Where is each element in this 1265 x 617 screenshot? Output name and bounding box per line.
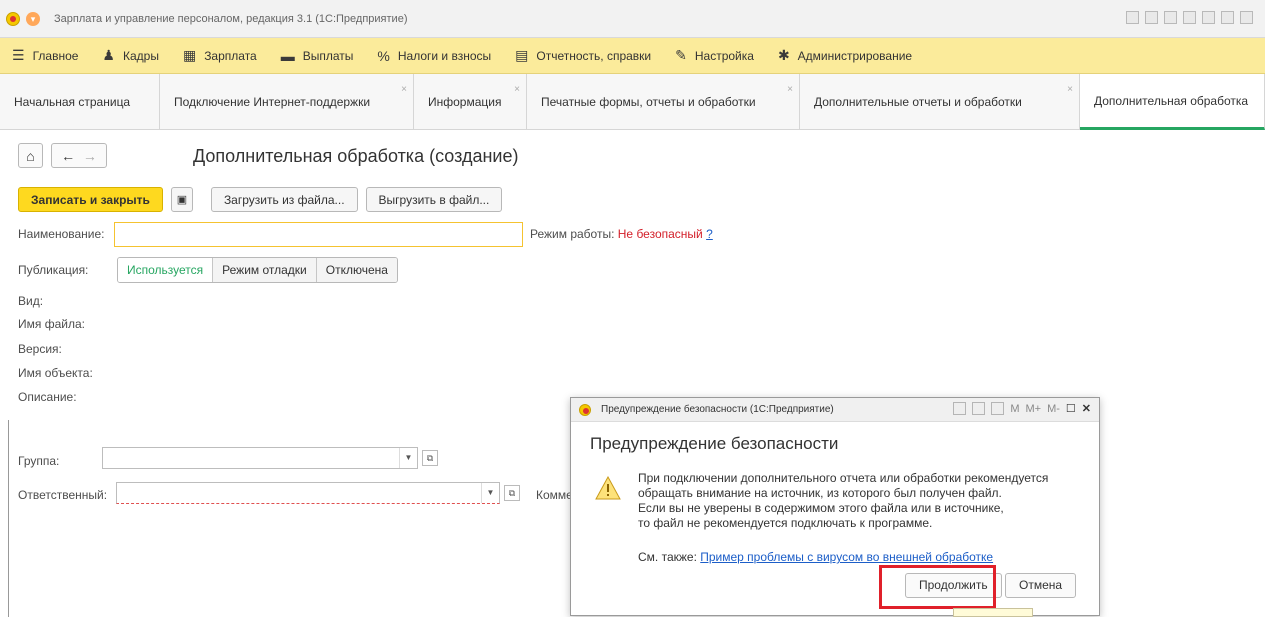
back-arrow-icon[interactable]: ←: [61, 148, 75, 164]
app-logo-icon: [6, 11, 20, 26]
see-also: См. также: Пример проблемы с вирусом во …: [638, 550, 994, 564]
menu-item-admin[interactable]: ✱ Администрирование: [766, 38, 924, 74]
close-icon[interactable]: ✕: [1082, 402, 1091, 415]
object-name-label: Имя объекта:: [18, 366, 93, 380]
load-from-file-button[interactable]: Загрузить из файла...: [210, 187, 358, 212]
close-icon[interactable]: ×: [1067, 84, 1073, 95]
history-tool-icon[interactable]: [1202, 11, 1215, 24]
chevron-down-icon[interactable]: ▼: [481, 483, 499, 503]
calculator-icon: ▦: [182, 47, 197, 63]
kind-label: Вид:: [18, 294, 44, 308]
titlebar-tools: [1126, 11, 1253, 24]
people-icon: ♟: [102, 47, 115, 63]
favorites-tool-icon[interactable]: [1183, 11, 1196, 24]
menu-item-reports[interactable]: ▤ Отчетность, справки: [503, 38, 663, 74]
back-forward-buttons[interactable]: ← →: [51, 143, 107, 168]
navigation-buttons: ⌂ ← →: [18, 143, 107, 168]
app-logo-icon: [579, 403, 591, 416]
name-input[interactable]: [114, 222, 523, 247]
maximize-icon[interactable]: ☐: [1066, 402, 1076, 415]
window-title: Зарплата и управление персоналом, редакц…: [54, 12, 408, 25]
money-icon: ▬: [280, 47, 295, 64]
menu-item-settings[interactable]: ✎ Настройка: [663, 38, 766, 74]
responsible-input[interactable]: ▼: [116, 482, 500, 504]
calendar-tool-icon[interactable]: [1240, 11, 1253, 24]
save-button[interactable]: ▣: [170, 187, 193, 212]
gear-icon: ✱: [777, 47, 790, 63]
dialog-message: При подключении дополнительного отчета и…: [638, 471, 1049, 530]
save-close-button[interactable]: Записать и закрыть: [18, 187, 163, 212]
tooltip: [953, 608, 1033, 617]
calculator-tool-icon[interactable]: [972, 402, 986, 415]
calculator-tool-icon[interactable]: [1221, 11, 1234, 24]
tab-home[interactable]: Начальная страница: [0, 74, 160, 130]
name-label: Наименование:: [18, 227, 105, 241]
publication-selector: Используется Режим отладки Отключена: [117, 257, 398, 283]
dialog-tools: M M+ M- ☐ ✕: [953, 402, 1091, 415]
warning-icon: [595, 476, 621, 500]
tab-information[interactable]: Информация ×: [414, 74, 527, 130]
responsible-label: Ответственный:: [18, 488, 108, 502]
sections-menu: ☰ Главное ♟ Кадры ▦ Зарплата ▬ Выплаты % Нало…: [0, 38, 1265, 74]
menu-item-payments[interactable]: ▬ Выплаты: [269, 38, 366, 74]
menu-item-salary[interactable]: ▦ Зарплата: [171, 38, 269, 74]
floppy-icon: ▣: [176, 194, 188, 206]
virus-example-link[interactable]: Пример проблемы с вирусом во внешней обр…: [700, 550, 993, 564]
dialog-header: Предупреждение безопасности: [590, 434, 839, 453]
menu-item-main[interactable]: ☰ Главное: [0, 38, 90, 74]
group-label: Группа:: [18, 454, 60, 468]
group-input[interactable]: ▼: [102, 447, 418, 469]
mode-help-link[interactable]: ?: [706, 227, 713, 241]
reports-icon: ▤: [515, 47, 529, 63]
cancel-button[interactable]: Отмена: [1005, 573, 1077, 598]
mode-value: Не безопасный: [617, 227, 703, 241]
menu-item-taxes[interactable]: % Налоги и взносы: [365, 38, 503, 74]
dialog-window-title: Предупреждение безопасности (1С:Предприя…: [601, 404, 834, 415]
preview-tool-icon[interactable]: [1164, 11, 1177, 24]
menu-lines-icon: ☰: [12, 47, 25, 63]
memory-minus-button[interactable]: M-: [1047, 403, 1060, 415]
menu-item-hr[interactable]: ♟ Кадры: [90, 38, 171, 74]
description-label: Описание:: [18, 390, 77, 404]
open-icon[interactable]: ⧉: [422, 450, 438, 466]
wrench-icon: ✎: [675, 47, 687, 63]
open-tabs: Начальная страница Подключение Интернет-…: [0, 74, 1265, 130]
security-warning-dialog: Предупреждение безопасности (1С:Предприя…: [570, 397, 1100, 616]
save-tool-icon[interactable]: [1126, 11, 1139, 24]
memory-button[interactable]: M: [1010, 403, 1019, 415]
publication-disabled[interactable]: Отключена: [316, 258, 397, 282]
unload-to-file-button[interactable]: Выгрузить в файл...: [365, 187, 503, 212]
home-icon: ⌂: [26, 147, 35, 164]
form-toolbar: Записать и закрыть ▣ Загрузить из файла.…: [18, 187, 503, 212]
scroll-edge: [8, 420, 9, 617]
tab-additional-processing[interactable]: Дополнительная обработка: [1080, 74, 1265, 130]
version-label: Версия:: [18, 342, 62, 356]
close-icon[interactable]: ×: [514, 84, 520, 95]
comment-label: Комме: [536, 488, 573, 502]
filename-label: Имя файла:: [18, 317, 85, 331]
close-icon[interactable]: ×: [787, 84, 793, 95]
tab-additional-reports[interactable]: Дополнительные отчеты и обработки ×: [800, 74, 1080, 130]
favorites-tool-icon[interactable]: [953, 402, 967, 415]
tab-internet-support[interactable]: Подключение Интернет-поддержки ×: [160, 74, 414, 130]
window-titlebar: ▾ Зарплата и управление персоналом, реда…: [0, 0, 1265, 38]
open-icon[interactable]: ⧉: [504, 485, 520, 501]
chevron-down-icon[interactable]: ▼: [399, 448, 417, 468]
forward-arrow-icon[interactable]: →: [83, 148, 97, 164]
memory-plus-button[interactable]: M+: [1025, 403, 1041, 415]
publication-label: Публикация:: [18, 263, 89, 277]
calendar-tool-icon[interactable]: [991, 402, 1005, 415]
home-button[interactable]: ⌂: [18, 143, 43, 168]
print-tool-icon[interactable]: [1145, 11, 1158, 24]
close-icon[interactable]: ×: [401, 84, 407, 95]
dialog-titlebar: Предупреждение безопасности (1С:Предприя…: [571, 398, 1099, 422]
publication-used[interactable]: Используется: [118, 258, 214, 282]
page-title: Дополнительная обработка (создание): [193, 146, 519, 166]
publication-debug[interactable]: Режим отладки: [213, 258, 317, 282]
percent-icon: %: [377, 47, 390, 64]
highlight-frame: [879, 565, 996, 609]
main-menu-icon[interactable]: ▾: [26, 11, 40, 26]
tab-print-forms[interactable]: Печатные формы, отчеты и обработки ×: [527, 74, 800, 130]
mode-label: Режим работы: Не безопасный ?: [530, 227, 713, 241]
